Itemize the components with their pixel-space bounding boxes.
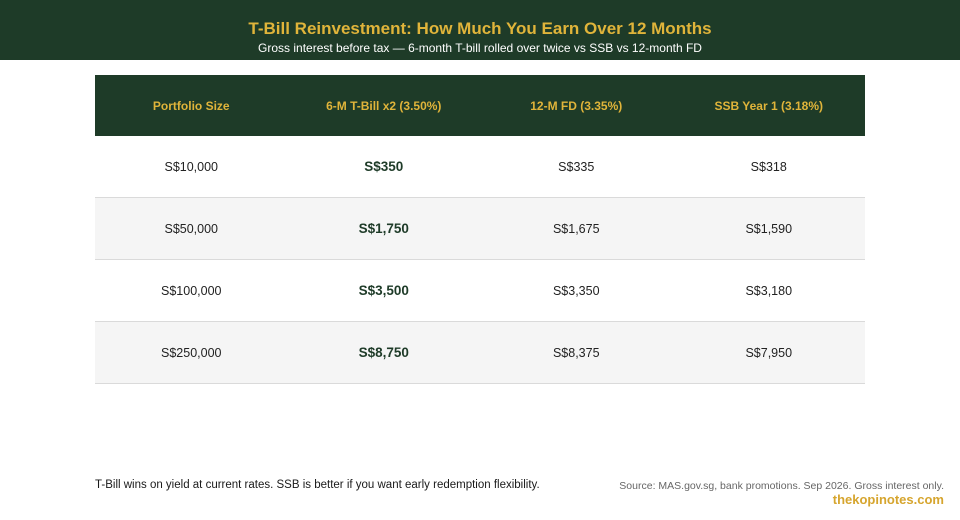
column-header-fd: 12-M FD (3.35%) bbox=[480, 75, 673, 136]
table-row: S$250,000 S$8,750 S$8,375 S$7,950 bbox=[95, 321, 865, 384]
ssb-interest-cell: S$7,950 bbox=[672, 321, 865, 384]
table-row: S$50,000 S$1,750 S$1,675 S$1,590 bbox=[95, 197, 865, 260]
page-subtitle: Gross interest before tax — 6-month T-bi… bbox=[258, 41, 702, 55]
ssb-interest-cell: S$1,590 bbox=[672, 197, 865, 260]
portfolio-size-cell: S$50,000 bbox=[95, 197, 288, 260]
tbill-interest-cell: S$350 bbox=[287, 136, 480, 198]
page-title: T-Bill Reinvestment: How Much You Earn O… bbox=[248, 19, 712, 38]
column-header-portfolio-size: Portfolio Size bbox=[95, 75, 288, 136]
tbill-interest-cell: S$8,750 bbox=[287, 321, 480, 384]
column-header-ssb: SSB Year 1 (3.18%) bbox=[672, 75, 865, 136]
fd-interest-cell: S$335 bbox=[480, 136, 673, 198]
comparison-table: Portfolio Size 6-M T-Bill x2 (3.50%) 12-… bbox=[95, 75, 865, 384]
header-banner: T-Bill Reinvestment: How Much You Earn O… bbox=[0, 0, 960, 60]
ssb-interest-cell: S$318 bbox=[672, 136, 865, 198]
portfolio-size-cell: S$250,000 bbox=[95, 321, 288, 384]
brand-watermark[interactable]: thekopinotes.com bbox=[833, 492, 944, 507]
column-header-tbill: 6-M T-Bill x2 (3.50%) bbox=[287, 75, 480, 136]
ssb-interest-cell: S$3,180 bbox=[672, 259, 865, 322]
tbill-interest-cell: S$1,750 bbox=[287, 197, 480, 260]
fd-interest-cell: S$1,675 bbox=[480, 197, 673, 260]
fd-interest-cell: S$3,350 bbox=[480, 259, 673, 322]
table-row: S$10,000 S$350 S$335 S$318 bbox=[95, 136, 865, 198]
table-row: S$100,000 S$3,500 S$3,350 S$3,180 bbox=[95, 259, 865, 322]
portfolio-size-cell: S$100,000 bbox=[95, 259, 288, 322]
table-header-row: Portfolio Size 6-M T-Bill x2 (3.50%) 12-… bbox=[95, 75, 865, 136]
portfolio-size-cell: S$10,000 bbox=[95, 136, 288, 198]
fd-interest-cell: S$8,375 bbox=[480, 321, 673, 384]
source-citation: Source: MAS.gov.sg, bank promotions. Sep… bbox=[619, 480, 944, 492]
footer-note: T-Bill wins on yield at current rates. S… bbox=[95, 479, 540, 491]
tbill-interest-cell: S$3,500 bbox=[287, 259, 480, 322]
